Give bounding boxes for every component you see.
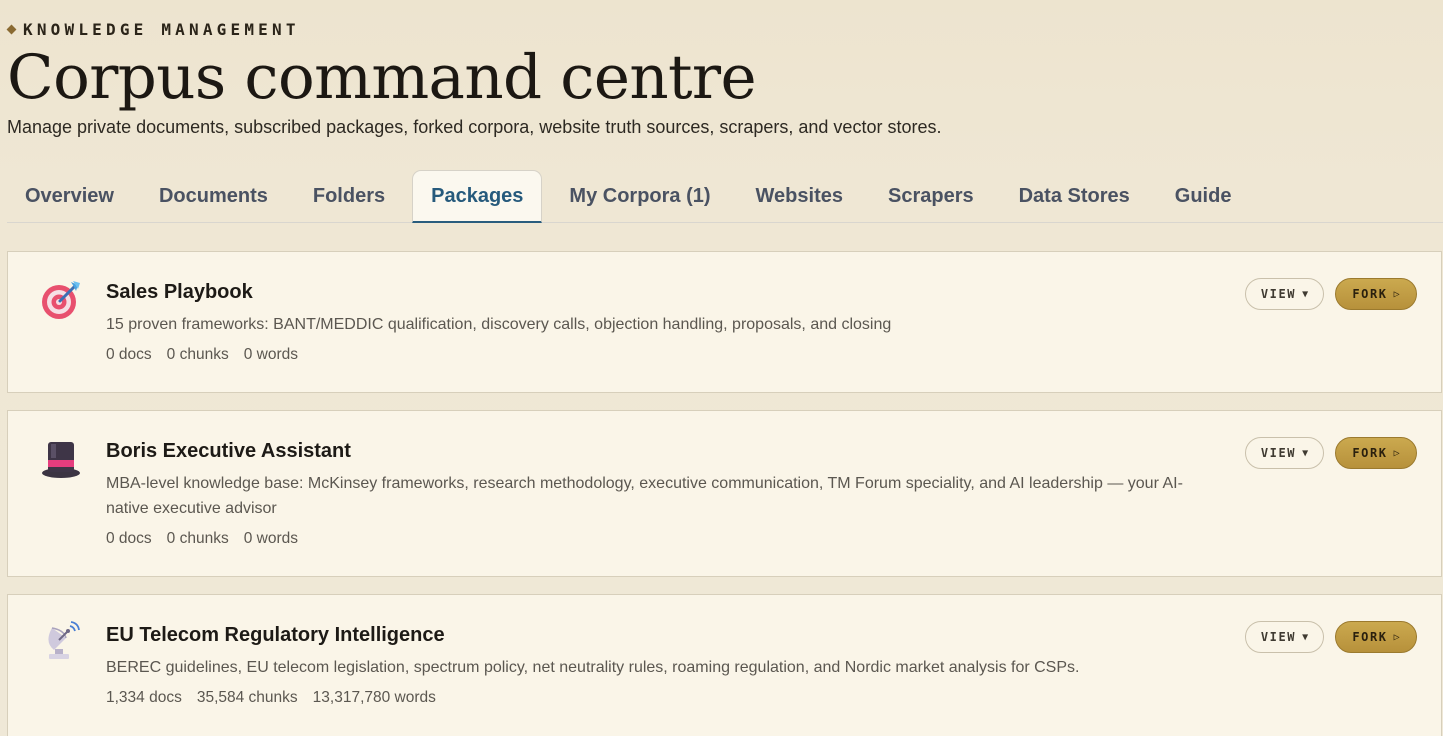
chevron-down-icon: ▼ <box>1302 631 1309 643</box>
package-description: MBA-level knowledge base: McKinsey frame… <box>106 475 1183 517</box>
tab-overview[interactable]: Overview <box>7 170 132 222</box>
fork-button-label: FORK <box>1352 287 1388 301</box>
package-stats: 0 docs 0 chunks 0 words <box>106 346 298 364</box>
fork-button[interactable]: FORK ▷ <box>1335 621 1417 653</box>
package-description: BEREC guidelines, EU telecom legislation… <box>106 659 1080 676</box>
docs-count: 0 docs <box>106 346 152 363</box>
play-icon: ▷ <box>1393 631 1400 643</box>
package-title: EU Telecom Regulatory Intelligence <box>106 624 445 646</box>
package-stats: 0 docs 0 chunks 0 words <box>106 530 298 548</box>
play-icon: ▷ <box>1393 288 1400 300</box>
package-card: EU Telecom Regulatory Intelligence BEREC… <box>7 594 1442 736</box>
package-description: 15 proven frameworks: BANT/MEDDIC qualif… <box>106 316 892 333</box>
target-dart-icon <box>40 279 82 321</box>
tab-folders[interactable]: Folders <box>295 170 403 222</box>
top-hat-icon <box>40 438 82 480</box>
tab-websites[interactable]: Websites <box>738 170 861 222</box>
package-title: Boris Executive Assistant <box>106 440 351 462</box>
view-button-label: VIEW <box>1260 446 1297 460</box>
docs-count: 1,334 docs <box>106 689 182 706</box>
package-card: Boris Executive Assistant MBA-level know… <box>7 410 1442 577</box>
view-button-label: VIEW <box>1260 287 1297 301</box>
chunks-count: 0 chunks <box>166 346 229 363</box>
diamond-icon <box>6 24 17 34</box>
chunks-count: 35,584 chunks <box>196 689 298 706</box>
words-count: 0 words <box>243 346 298 363</box>
satellite-antenna-icon <box>40 620 82 662</box>
tab-my-corpora[interactable]: My Corpora (1) <box>551 170 728 222</box>
chevron-down-icon: ▼ <box>1302 447 1309 459</box>
view-button[interactable]: VIEW ▼ <box>1245 437 1324 469</box>
fork-button-label: FORK <box>1352 630 1388 644</box>
page-title: Corpus command centre <box>7 42 757 113</box>
tab-bar: Overview Documents Folders Packages My C… <box>7 170 1443 223</box>
package-card: Sales Playbook 15 proven frameworks: BAN… <box>7 251 1442 393</box>
fork-button[interactable]: FORK ▷ <box>1335 278 1417 310</box>
package-title: Sales Playbook <box>106 281 253 303</box>
words-count: 0 words <box>243 530 298 547</box>
play-icon: ▷ <box>1393 447 1400 459</box>
package-stats: 1,334 docs 35,584 chunks 13,317,780 word… <box>106 689 436 707</box>
fork-button[interactable]: FORK ▷ <box>1335 437 1417 469</box>
tab-documents[interactable]: Documents <box>141 170 286 222</box>
eyebrow-text: KNOWLEDGE MANAGEMENT <box>23 19 300 39</box>
words-count: 13,317,780 words <box>312 689 436 706</box>
tab-guide[interactable]: Guide <box>1157 170 1250 222</box>
view-button-label: VIEW <box>1260 630 1297 644</box>
tab-scrapers[interactable]: Scrapers <box>870 170 992 222</box>
page-header: KNOWLEDGE MANAGEMENT Corpus command cent… <box>6 18 942 138</box>
page-subtitle: Manage private documents, subscribed pac… <box>7 117 942 137</box>
eyebrow: KNOWLEDGE MANAGEMENT <box>6 18 941 40</box>
tab-packages[interactable]: Packages <box>412 170 543 223</box>
docs-count: 0 docs <box>106 530 152 547</box>
tab-data-stores[interactable]: Data Stores <box>1001 170 1148 222</box>
chevron-down-icon: ▼ <box>1302 288 1309 300</box>
view-button[interactable]: VIEW ▼ <box>1245 621 1324 653</box>
fork-button-label: FORK <box>1352 446 1388 460</box>
chunks-count: 0 chunks <box>166 530 229 547</box>
view-button[interactable]: VIEW ▼ <box>1245 278 1324 310</box>
